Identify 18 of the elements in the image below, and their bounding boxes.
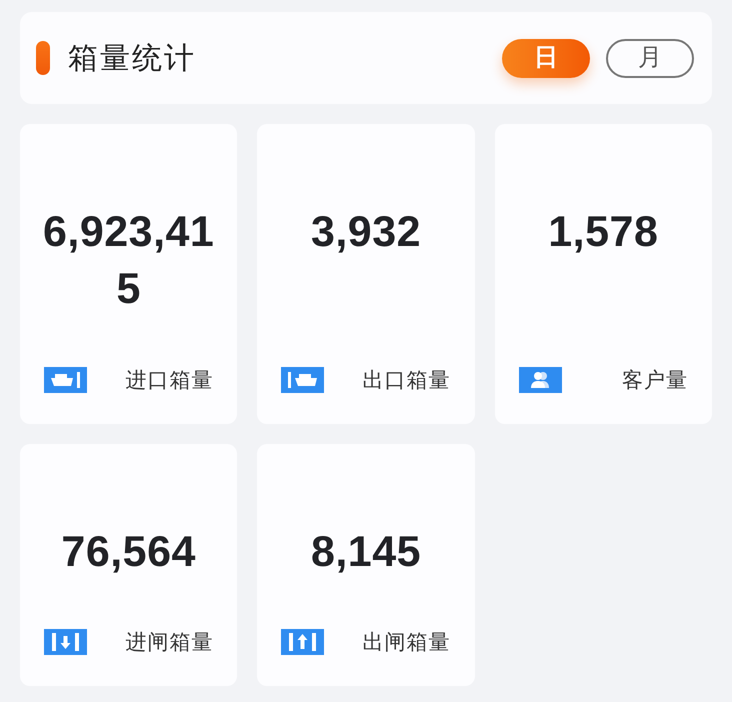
stat-label: 出口箱量 (362, 368, 451, 394)
stat-value: 8,145 (310, 527, 422, 578)
stat-label: 客户量 (622, 368, 688, 394)
period-toggle[interactable]: 月 (606, 38, 694, 78)
users-icon (518, 367, 562, 394)
stat-label: 进口箱量 (125, 368, 214, 394)
stat-label: 进闸箱量 (125, 630, 214, 656)
stat-value: 3,932 (310, 207, 422, 258)
stat-label: 出闸箱量 (362, 630, 451, 656)
gate-icon (281, 629, 324, 656)
ship-icon (44, 367, 87, 394)
ship-icon (281, 367, 324, 394)
section-title: 箱量统计 (68, 40, 196, 76)
stat-value: 1,578 (547, 207, 660, 258)
stat-value: 6,923,415 (42, 207, 216, 315)
gate-icon (44, 629, 87, 656)
accent-bar (36, 41, 50, 75)
stat-value: 76,564 (60, 527, 197, 578)
